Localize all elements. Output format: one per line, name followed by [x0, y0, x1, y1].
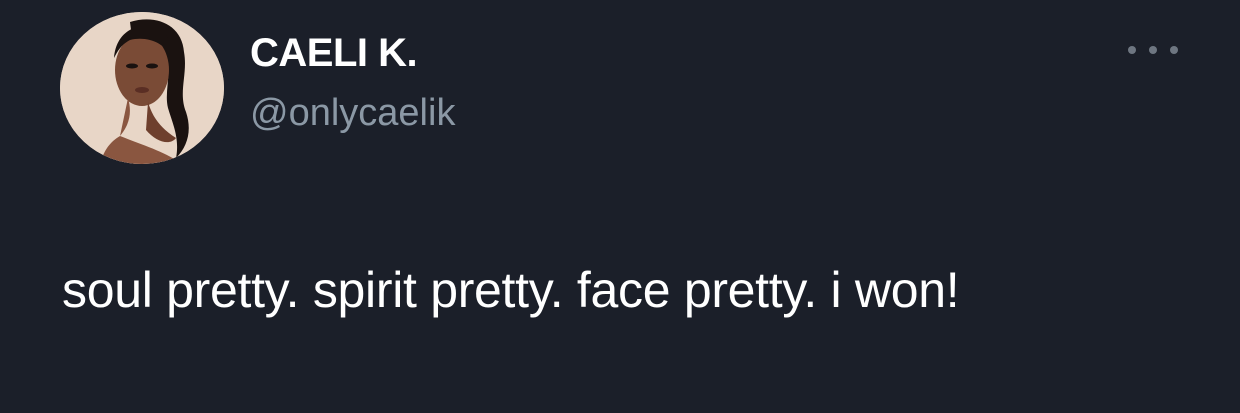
more-dot	[1170, 46, 1178, 54]
author-display-name[interactable]: CAELI K.	[250, 31, 418, 76]
more-horizontal-icon[interactable]	[1128, 38, 1178, 62]
avatar[interactable]	[60, 12, 224, 164]
author-handle[interactable]: @onlycaelik	[250, 92, 455, 135]
profile-photo-image	[60, 12, 224, 164]
more-dot	[1128, 46, 1136, 54]
more-dot	[1149, 46, 1157, 54]
tweet-text: soul pretty. spirit pretty. face pretty.…	[62, 262, 960, 318]
tweet: CAELI K. @onlycaelik soul pretty. spirit…	[0, 0, 1240, 413]
